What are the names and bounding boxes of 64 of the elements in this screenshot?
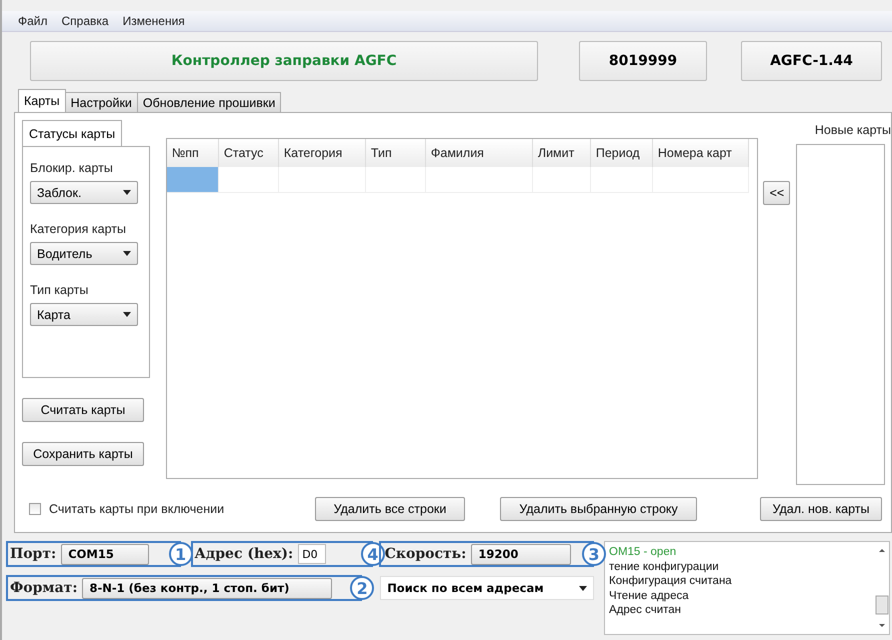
table-cell[interactable] [278,167,366,193]
field-label: Категория карты [30,222,127,236]
table-cell[interactable] [590,167,653,193]
tab[interactable]: Статусы карты [22,120,122,146]
callout-number: 2 [350,576,374,600]
action-button[interactable]: Удалить выбранную строку [500,497,697,522]
column-header[interactable]: Период [590,139,653,167]
move-button[interactable]: << [763,181,790,205]
column-header[interactable]: Фамилия [426,139,533,167]
field-label: Адрес (hex): [194,546,294,562]
serial-button[interactable]: 8019999 [579,41,707,81]
dropdown[interactable]: Карта [30,303,138,326]
caret-icon [579,586,587,590]
menu-item[interactable]: Изменения [122,14,185,28]
title-button[interactable]: Контроллер заправки AGFC [30,41,538,81]
field-label: Блокир. карты [30,161,114,175]
table-cell[interactable] [366,167,426,193]
action-button[interactable]: Удал. нов. карты [760,497,882,522]
callout-number: 1 [168,542,193,566]
log-line: Чтение адреса [609,588,690,603]
column-header[interactable]: Лимит [532,139,591,167]
menu-item[interactable]: Справка [62,14,109,28]
log-line: тение конфигурации [609,560,720,574]
column-header[interactable]: №пп [166,139,219,167]
column-header[interactable]: Тип [366,139,426,167]
table-cell[interactable] [166,167,219,193]
table-cell[interactable] [532,167,591,193]
caret-icon [123,312,131,317]
callout-number: 3 [582,542,606,566]
dropdown[interactable]: Заблок. [30,181,138,204]
action-button[interactable]: Удалить все строки [315,497,465,522]
checkbox[interactable] [29,503,41,516]
field-label: Тип карты [30,283,90,297]
tab[interactable]: Обновление прошивки [136,92,282,112]
table-cell[interactable] [652,167,749,193]
checkbox-label: Считать карты при включении [49,502,224,516]
column-header[interactable]: Категория [278,139,366,167]
format-dropdown[interactable]: 8-N-1 (без контр., 1 стоп. бит) [82,578,332,598]
column-header[interactable]: Статус [218,139,279,167]
version-button[interactable]: AGFC-1.44 [741,41,882,81]
tab[interactable]: Карты [18,89,66,112]
address-field[interactable]: D0 [298,544,326,564]
tab[interactable]: Настройки [64,92,138,112]
port-dropdown[interactable]: COM15 [61,544,150,564]
action-button[interactable]: Считать карты [22,398,144,422]
table-cell[interactable] [218,167,279,193]
menu-item[interactable]: Файл [18,14,48,28]
caret-icon [123,251,131,256]
dropdown[interactable]: Водитель [30,242,138,265]
search-mode-dropdown[interactable]: Поиск по всем адресам [380,576,594,600]
field-label: Скорость: [384,546,466,562]
field-label: Порт: [10,546,56,562]
speed-dropdown[interactable]: 19200 [471,544,572,564]
action-button[interactable]: Сохранить карты [22,442,144,466]
table-cell[interactable] [426,167,533,193]
caret-icon [123,190,131,195]
field-label: Формат: [10,580,78,596]
log-line: Конфигурация считана [609,574,733,588]
new-cards-list[interactable] [796,144,885,485]
list-title: Новые карты [814,123,891,137]
callout-number: 4 [360,542,385,566]
log-line: Адрес считан [609,603,682,618]
log-line: OM15 - open [609,545,678,560]
column-header[interactable]: Номера карт [652,139,749,167]
